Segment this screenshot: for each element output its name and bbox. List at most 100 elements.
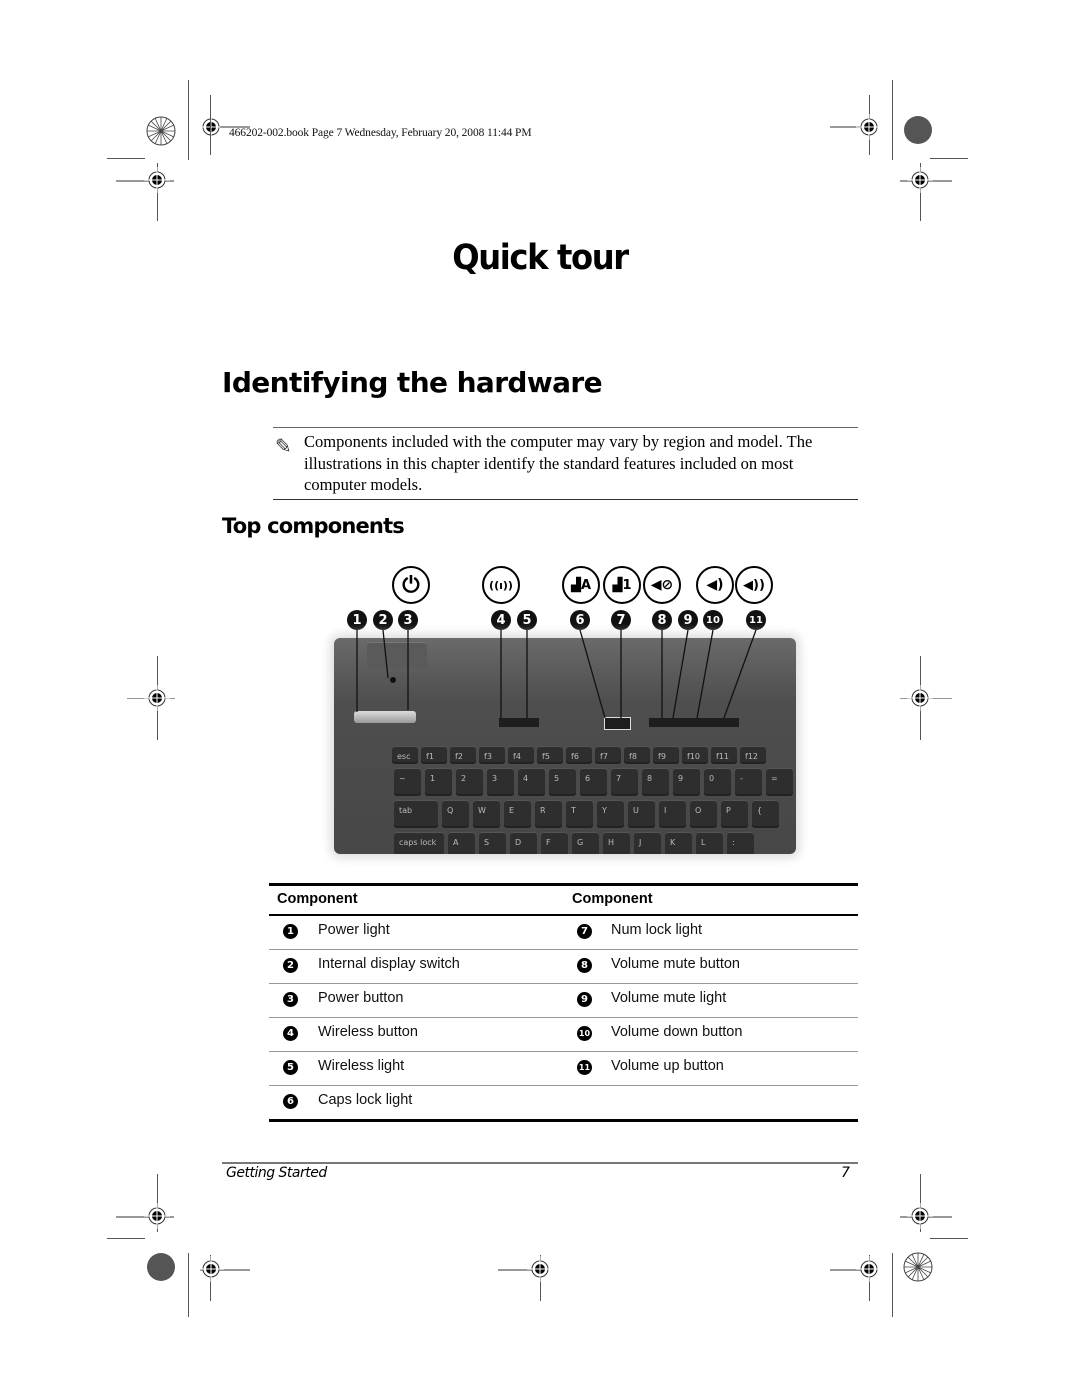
callout-number: 6 [283, 1094, 298, 1109]
note-box: ✎ Components included with the computer … [273, 427, 858, 500]
subsection-title: Top components [222, 514, 405, 538]
keyboard-key: f9 [653, 746, 679, 764]
component-label: Volume mute button [611, 956, 740, 972]
keyboard-key: 3 [487, 768, 514, 796]
footer-rule [222, 1162, 858, 1164]
component-label: Wireless button [318, 1024, 418, 1040]
component-label: Num lock light [611, 922, 703, 938]
keyboard-key: f12 [740, 746, 766, 764]
registration-mark-icon [144, 685, 170, 711]
callout-number: 10 [577, 1026, 592, 1041]
callout-number: 8 [577, 958, 592, 973]
keyboard-key: O [690, 800, 717, 828]
keyboard-key: f6 [566, 746, 592, 764]
keyboard-key: 5 [549, 768, 576, 796]
callout-number: 11 [577, 1060, 592, 1075]
keyboard-key: G [572, 832, 599, 854]
keyboard-key: I [659, 800, 686, 828]
leader-lines [356, 629, 757, 719]
color-bar-target-icon [903, 1252, 933, 1282]
registration-mark-icon [144, 167, 170, 193]
keyboard-key: 0 [704, 768, 731, 796]
callout-number: 4 [283, 1026, 298, 1041]
keyboard-key: 9 [673, 768, 700, 796]
registration-mark-icon [907, 167, 933, 193]
color-bar-gray-icon [903, 115, 933, 145]
table-row: 4 Wireless button 10 Volume down button [269, 1018, 858, 1052]
keyboard-key: W [473, 800, 500, 828]
component-label: Internal display switch [318, 956, 460, 972]
registration-mark-icon [856, 114, 882, 140]
keyboard-key: f1 [421, 746, 447, 764]
page-number: 7 [841, 1165, 850, 1181]
callout-number: 2 [283, 958, 298, 973]
column-header: Component [572, 891, 653, 907]
keyboard-key: J [634, 832, 661, 854]
print-slug: 466202-002.book Page 7 Wednesday, Februa… [229, 127, 532, 139]
column-header: Component [277, 891, 358, 907]
keyboard-key: 4 [518, 768, 545, 796]
keyboard-key: A [448, 832, 475, 854]
registration-mark-icon [527, 1256, 553, 1282]
table-row: 3 Power button 9 Volume mute light [269, 984, 858, 1018]
keyboard-key: 8 [642, 768, 669, 796]
footer-book-title: Getting Started [226, 1165, 327, 1181]
callout-number: 7 [577, 924, 592, 939]
components-table: Component Component 1 Power light 7 Num … [269, 883, 858, 1122]
keyboard-key: { [752, 800, 779, 828]
callout-number: 1 [283, 924, 298, 939]
registration-mark-icon [907, 685, 933, 711]
keyboard-key: ~ [394, 768, 421, 796]
keyboard-key: 6 [580, 768, 607, 796]
keyboard-key: Q [442, 800, 469, 828]
keyboard-key: L [696, 832, 723, 854]
chapter-title: Quick tour [452, 238, 629, 278]
keyboard-key: 2 [456, 768, 483, 796]
component-label: Volume up button [611, 1058, 724, 1074]
keyboard-key: f3 [479, 746, 505, 764]
table-row: 1 Power light 7 Num lock light [269, 916, 858, 950]
top-components-illustration: ⏻ ((ı)) ▟A ▟1 ◀⊘ ◀) ◀)) 1 2 3 4 5 6 7 8 … [330, 560, 800, 860]
keyboard-key: E [504, 800, 531, 828]
table-row: 6 Caps lock light [269, 1086, 858, 1119]
table-row: 2 Internal display switch 8 Volume mute … [269, 950, 858, 984]
keyboard-key: D [510, 832, 537, 854]
keyboard-key: P [721, 800, 748, 828]
registration-mark-icon [198, 1256, 224, 1282]
keyboard-key: 1 [425, 768, 452, 796]
keyboard-key: caps lock [394, 832, 444, 854]
keyboard-key: f11 [711, 746, 737, 764]
keyboard-key: K [665, 832, 692, 854]
note-text: Components included with the computer ma… [304, 432, 813, 494]
keyboard-key: = [766, 768, 793, 796]
component-label: Power button [318, 990, 404, 1006]
keyboard-key: f2 [450, 746, 476, 764]
keyboard-key: S [479, 832, 506, 854]
color-bar-gray-icon [146, 1252, 176, 1282]
component-label: Wireless light [318, 1058, 405, 1074]
callout-number: 9 [577, 992, 592, 1007]
table-row: 5 Wireless light 11 Volume up button [269, 1052, 858, 1086]
color-bar-target-icon [146, 116, 176, 146]
keyboard-key: f8 [624, 746, 650, 764]
keyboard-key: 7 [611, 768, 638, 796]
keyboard-key: Y [597, 800, 624, 828]
keyboard-key: f7 [595, 746, 621, 764]
table-header: Component Component [269, 886, 858, 916]
registration-mark-icon [907, 1203, 933, 1229]
component-label: Caps lock light [318, 1092, 413, 1108]
pencil-icon: ✎ [275, 434, 292, 458]
keyboard-key: : [727, 832, 754, 854]
component-label: Volume mute light [611, 990, 727, 1006]
keyboard-key: f5 [537, 746, 563, 764]
keyboard-key: R [535, 800, 562, 828]
keyboard-key: f4 [508, 746, 534, 764]
keyboard-key: - [735, 768, 762, 796]
keyboard-key: tab [394, 800, 438, 828]
keyboard-key: f10 [682, 746, 708, 764]
registration-mark-icon [856, 1256, 882, 1282]
callout-number: 5 [283, 1060, 298, 1075]
registration-mark-icon [144, 1203, 170, 1229]
component-label: Power light [318, 922, 390, 938]
keyboard-key: F [541, 832, 568, 854]
